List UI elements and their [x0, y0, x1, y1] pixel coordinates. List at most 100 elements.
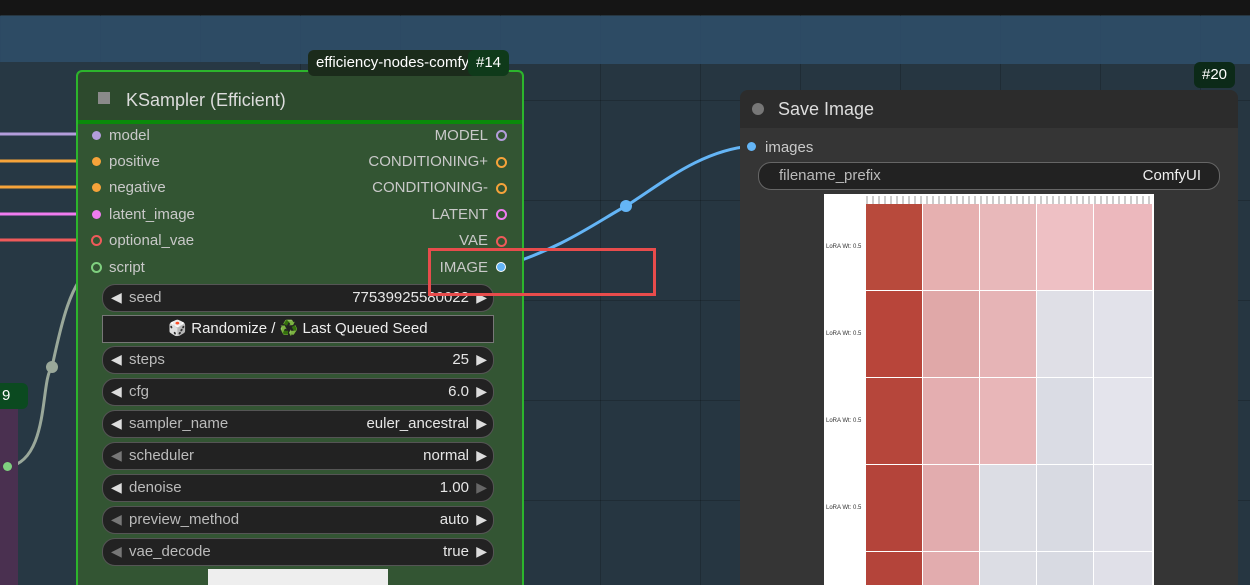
output-model-label: MODEL	[434, 127, 488, 144]
decrement-arrow-icon[interactable]: ◀	[111, 543, 122, 560]
thumb	[1094, 291, 1152, 377]
decrement-arrow-icon[interactable]: ◀	[111, 383, 122, 400]
grid-row: LoRA Wt: 0.5	[824, 204, 1154, 290]
wire-reroute-image	[620, 200, 632, 212]
thumb	[980, 552, 1036, 585]
increment-arrow-icon[interactable]: ▶	[476, 479, 487, 496]
grid-row: LoRA Wt: 0.5	[824, 465, 1154, 551]
input-positive-dot[interactable]	[92, 157, 101, 166]
ksampler-title: KSampler (Efficient)	[126, 90, 286, 110]
output-cond-pos-dot[interactable]	[496, 157, 507, 168]
wire-reroute-script	[46, 361, 58, 373]
increment-arrow-icon[interactable]: ▶	[476, 511, 487, 528]
thumb	[1037, 378, 1093, 464]
vae-decode-label: vae_decode	[129, 543, 211, 560]
decrement-arrow-icon[interactable]: ◀	[111, 351, 122, 368]
input-script-label: script	[109, 259, 145, 276]
row-label: LoRA Wt: 0.5	[826, 331, 862, 337]
increment-arrow-icon[interactable]: ▶	[476, 447, 487, 464]
input-model-dot[interactable]	[92, 131, 101, 140]
thumb	[1037, 552, 1093, 585]
thumb	[866, 552, 922, 585]
save-image-title: Save Image	[778, 99, 875, 119]
thumb	[923, 291, 979, 377]
thumb	[1094, 378, 1152, 464]
output-vae-dot[interactable]	[496, 236, 507, 247]
filename-prefix-label: filename_prefix	[779, 167, 881, 184]
thumb	[923, 378, 979, 464]
thumb	[1094, 204, 1152, 290]
increment-arrow-icon[interactable]: ▶	[476, 383, 487, 400]
images-input-label: images	[765, 139, 814, 156]
filename-prefix-value: ComfyUI	[1142, 167, 1201, 184]
sampler-name-widget[interactable]: ◀ sampler_name euler_ancestral ▶	[102, 410, 494, 438]
seed-label: seed	[129, 289, 162, 306]
output-latent-dot[interactable]	[496, 209, 507, 220]
input-model-label: model	[109, 127, 150, 144]
increment-arrow-icon[interactable]: ▶	[476, 351, 487, 368]
input-vae-label: optional_vae	[109, 232, 195, 249]
row-label: LoRA Wt: 0.5	[826, 244, 862, 250]
steps-widget[interactable]: ◀ steps 25 ▶	[102, 346, 494, 374]
preview-method-widget[interactable]: ◀ preview_method auto ▶	[102, 506, 494, 534]
decrement-arrow-icon[interactable]: ◀	[111, 289, 122, 306]
cfg-value: 6.0	[448, 383, 469, 400]
node-14-badge: #14	[468, 50, 510, 76]
thumb	[980, 465, 1036, 551]
input-vae-dot[interactable]	[91, 235, 102, 246]
scheduler-value: normal	[423, 447, 469, 464]
left-node-output-dot[interactable]	[3, 462, 12, 471]
filename-prefix-field[interactable]: filename_prefix ComfyUI	[758, 162, 1220, 190]
decrement-arrow-icon[interactable]: ◀	[111, 447, 122, 464]
node-19-badge: 9	[0, 383, 28, 409]
input-script-dot[interactable]	[91, 262, 102, 273]
images-input-dot[interactable]	[747, 142, 756, 151]
cfg-label: cfg	[129, 383, 150, 400]
sampler-name-label: sampler_name	[129, 415, 229, 432]
input-positive-label: positive	[109, 153, 160, 170]
input-negative-label: negative	[109, 179, 166, 196]
output-latent-label: LATENT	[431, 206, 488, 223]
output-cond-neg-label: CONDITIONING-	[372, 179, 488, 196]
input-negative-dot[interactable]	[92, 183, 101, 192]
thumb	[923, 552, 979, 585]
row-label: LoRA Wt: 0.5	[826, 418, 862, 424]
increment-arrow-icon[interactable]: ▶	[476, 543, 487, 560]
thumb	[1094, 552, 1152, 585]
steps-value: 25	[452, 351, 469, 368]
thumb	[923, 204, 979, 290]
ksampler-preview-thumb	[208, 569, 388, 585]
thumb	[1037, 204, 1093, 290]
thumb	[980, 378, 1036, 464]
vae-decode-widget[interactable]: ◀ vae_decode true ▶	[102, 538, 494, 566]
output-model-dot[interactable]	[496, 130, 507, 141]
save-image-title-bar[interactable]: Save Image	[740, 90, 1238, 128]
decrement-arrow-icon[interactable]: ◀	[111, 511, 122, 528]
decrement-arrow-icon[interactable]: ◀	[111, 479, 122, 496]
input-latent-dot[interactable]	[92, 210, 101, 219]
scheduler-label: scheduler	[129, 447, 195, 464]
image-preview[interactable]: LoRA Wt: 0.5 LoRA Wt: 0.5 LoRA Wt: 0.5 L…	[824, 194, 1154, 585]
output-vae-label: VAE	[459, 232, 488, 249]
scheduler-widget[interactable]: ◀ scheduler normal ▶	[102, 442, 494, 470]
collapse-square-icon[interactable]	[98, 92, 110, 104]
node-20-badge: #20	[1194, 62, 1236, 88]
grid-row	[824, 552, 1154, 585]
output-cond-pos-label: CONDITIONING+	[368, 153, 488, 170]
left-partial-node[interactable]	[0, 407, 18, 585]
grid-row: LoRA Wt: 0.5	[824, 291, 1154, 377]
decrement-arrow-icon[interactable]: ◀	[111, 415, 122, 432]
thumb	[1037, 465, 1093, 551]
cfg-widget[interactable]: ◀ cfg 6.0 ▶	[102, 378, 494, 406]
increment-arrow-icon[interactable]: ▶	[476, 415, 487, 432]
randomize-button[interactable]: 🎲 Randomize / ♻️ Last Queued Seed	[102, 315, 494, 343]
thumb	[1037, 291, 1093, 377]
output-cond-neg-dot[interactable]	[496, 183, 507, 194]
denoise-widget[interactable]: ◀ denoise 1.00 ▶	[102, 474, 494, 502]
thumb	[866, 378, 922, 464]
thumb	[866, 204, 922, 290]
row-label: LoRA Wt: 0.5	[826, 505, 862, 511]
ksampler-title-bar[interactable]: KSampler (Efficient)	[78, 72, 522, 124]
group-label-badge: efficiency-nodes-comfyui	[308, 50, 476, 76]
graph-canvas[interactable]: 9 KSampler (Efficient) efficiency-nodes-…	[0, 0, 1250, 585]
